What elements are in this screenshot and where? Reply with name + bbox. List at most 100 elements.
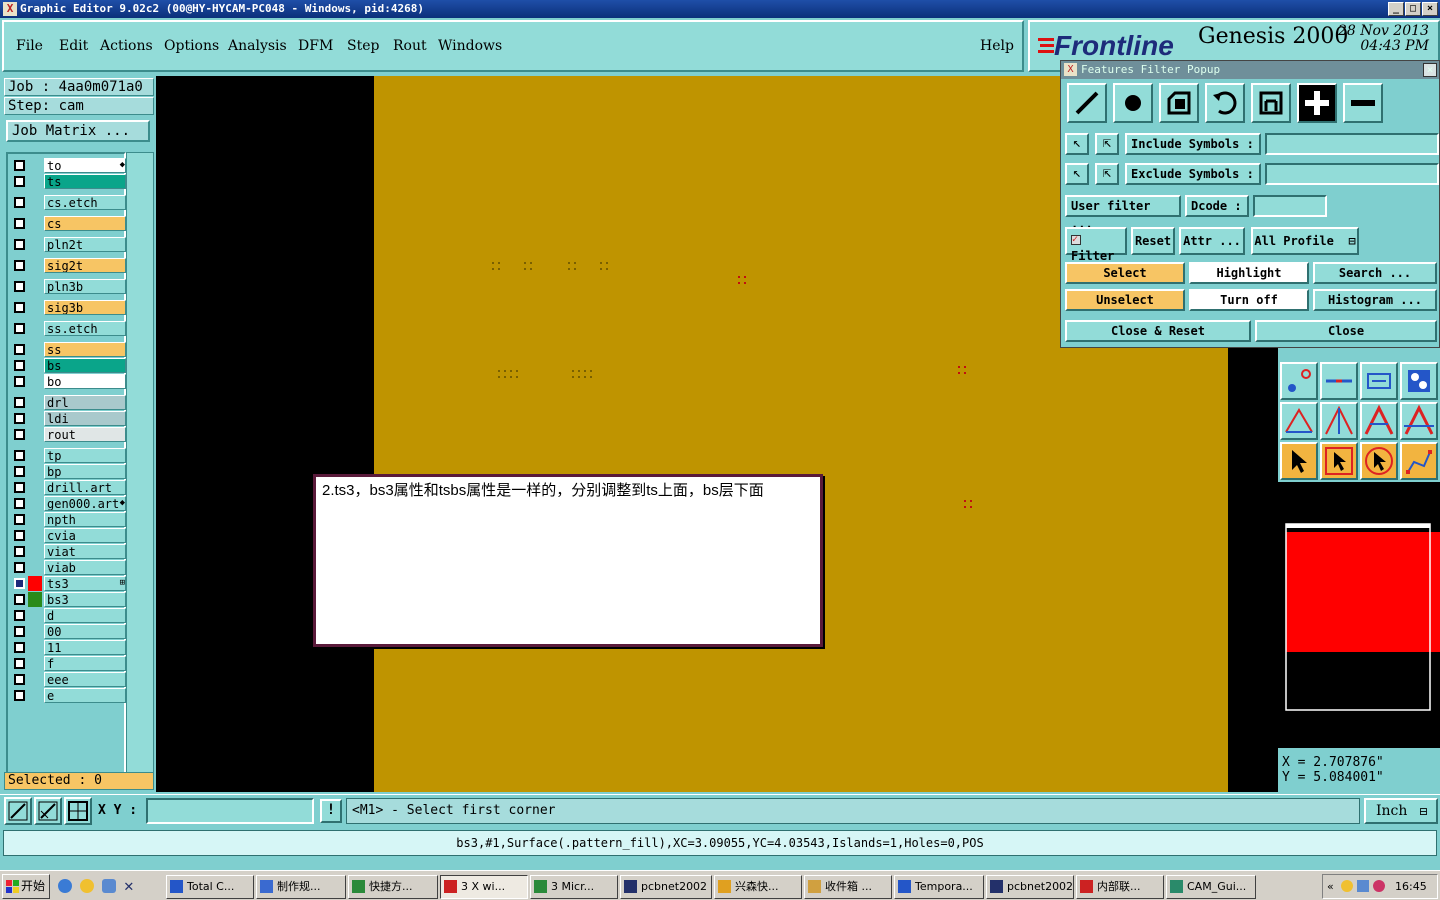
dcode-input[interactable]	[1253, 195, 1327, 217]
exclude-symbols-input[interactable]	[1265, 163, 1439, 185]
taskbar-item[interactable]: Total C...	[166, 875, 254, 899]
filter-toggle[interactable]: ✓ Filter	[1065, 227, 1127, 263]
layer-name[interactable]: ts	[44, 174, 126, 189]
negative-polarity-toggle[interactable]	[1343, 83, 1383, 123]
layer-checkbox[interactable]	[14, 376, 25, 387]
turn-off-button[interactable]: Turn off	[1189, 289, 1309, 311]
layer-name[interactable]: d	[44, 608, 126, 623]
include-symbols-input[interactable]	[1265, 133, 1439, 155]
taskbar-item[interactable]: 快捷方...	[348, 875, 438, 899]
surface-feature-toggle[interactable]	[1159, 83, 1199, 123]
layer-name[interactable]: bp	[44, 464, 126, 479]
histogram-button[interactable]: Histogram ...	[1313, 289, 1437, 311]
x-app-icon[interactable]: ✕	[124, 876, 134, 895]
user-filter-button[interactable]: User filter ...	[1065, 195, 1181, 231]
layer-name[interactable]: to	[44, 158, 126, 173]
layer-checkbox[interactable]	[14, 429, 25, 440]
layer-name[interactable]: eee	[44, 672, 126, 687]
layer-row-bp[interactable]: bp	[10, 464, 128, 479]
xy-input[interactable]	[146, 798, 314, 824]
layer-checkbox[interactable]	[14, 482, 25, 493]
layer-checkbox[interactable]	[14, 626, 25, 637]
grid-button[interactable]	[64, 797, 92, 825]
layer-row-ldi[interactable]: ldi	[10, 411, 128, 426]
highlight-button[interactable]: Highlight	[1189, 262, 1309, 284]
exclude-arrow-button[interactable]: ↖	[1065, 163, 1089, 185]
line-feature-toggle[interactable]	[1067, 83, 1107, 123]
reset-button[interactable]: Reset	[1131, 227, 1175, 255]
layer-row-ts3[interactable]: ts3 ⊞	[10, 576, 128, 591]
tool-snap-midpoint[interactable]	[1360, 362, 1398, 400]
layer-row-drl[interactable]: drl	[10, 395, 128, 410]
text-feature-toggle[interactable]	[1251, 83, 1291, 123]
layer-checkbox[interactable]	[14, 239, 25, 250]
layer-name[interactable]: ldi	[44, 411, 126, 426]
layer-checkbox[interactable]	[14, 610, 25, 621]
menu-step[interactable]: Step	[347, 38, 379, 54]
arc-feature-toggle[interactable]	[1205, 83, 1245, 123]
tool-measure-2[interactable]	[1320, 402, 1358, 440]
layer-checkbox[interactable]	[14, 197, 25, 208]
layer-checkbox[interactable]	[14, 344, 25, 355]
layer-row-bs[interactable]: bs	[10, 358, 128, 373]
layer-name[interactable]: pln2t	[44, 237, 126, 252]
layer-checkbox[interactable]	[14, 530, 25, 541]
layer-name[interactable]: tp	[44, 448, 126, 463]
layer-row-rout[interactable]: rout	[10, 427, 128, 442]
layer-checkbox[interactable]	[14, 218, 25, 229]
popup-close-button[interactable]: ×	[1423, 63, 1437, 77]
layer-checkbox[interactable]	[14, 281, 25, 292]
layer-checkbox[interactable]	[14, 360, 25, 371]
pad-feature-toggle[interactable]	[1113, 83, 1153, 123]
layer-row-sig2t[interactable]: sig2t	[10, 258, 128, 273]
layer-checkbox[interactable]	[14, 578, 25, 589]
tool-snap-pad[interactable]	[1280, 362, 1318, 400]
tray-arrow[interactable]: «	[1327, 875, 1334, 898]
menu-edit[interactable]: Edit	[59, 38, 88, 54]
taskbar-item[interactable]: 3 X wi...	[440, 875, 528, 899]
layer-checkbox[interactable]	[14, 302, 25, 313]
layer-row-to[interactable]: to ◆	[10, 158, 128, 173]
layer-checkbox[interactable]	[14, 498, 25, 509]
layer-row-pln2t[interactable]: pln2t	[10, 237, 128, 252]
layer-name[interactable]: bs3	[44, 592, 126, 607]
measure-button[interactable]	[34, 797, 62, 825]
menu-rout[interactable]: Rout	[393, 38, 427, 54]
menu-windows[interactable]: Windows	[438, 38, 502, 54]
layer-name[interactable]: drl	[44, 395, 126, 410]
zoom-home-button[interactable]	[4, 797, 32, 825]
taskbar-item[interactable]: Tempora...	[894, 875, 984, 899]
layer-name[interactable]: 11	[44, 640, 126, 655]
layer-checkbox[interactable]	[14, 690, 25, 701]
layer-checkbox[interactable]	[14, 466, 25, 477]
layer-name[interactable]: bs	[44, 358, 126, 373]
menu-actions[interactable]: Actions	[100, 38, 153, 54]
layer-name[interactable]: cs.etch	[44, 195, 126, 210]
layer-row-d[interactable]: d	[10, 608, 128, 623]
tool-pointer-polygon[interactable]	[1360, 442, 1398, 480]
include-select-button[interactable]: ⇱	[1095, 133, 1119, 155]
taskbar-item[interactable]: CAM_Gui...	[1166, 875, 1256, 899]
tray-icon-3[interactable]	[1373, 880, 1385, 892]
unit-dropdown[interactable]: Inch ⊟	[1364, 798, 1438, 824]
exclamation-button[interactable]: !	[320, 799, 342, 823]
layer-name[interactable]: ss	[44, 342, 126, 357]
job-matrix-button[interactable]: Job Matrix ...	[6, 120, 150, 142]
minimize-button[interactable]: _	[1388, 2, 1404, 16]
tool-measure-1[interactable]	[1280, 402, 1318, 440]
layer-row-00[interactable]: 00	[10, 624, 128, 639]
layer-row-npth[interactable]: npth	[10, 512, 128, 527]
layer-name[interactable]: cvia	[44, 528, 126, 543]
desktop-icon[interactable]	[102, 879, 116, 893]
layer-checkbox[interactable]	[14, 514, 25, 525]
start-button[interactable]: 开始	[2, 874, 50, 899]
layer-row-cs[interactable]: cs	[10, 216, 128, 231]
include-arrow-button[interactable]: ↖	[1065, 133, 1089, 155]
layer-row-bo[interactable]: bo	[10, 374, 128, 389]
tray-icon-2[interactable]	[1357, 880, 1369, 892]
layer-row-tp[interactable]: tp	[10, 448, 128, 463]
layer-row-eee[interactable]: eee	[10, 672, 128, 687]
taskbar-item[interactable]: 3 Micr...	[530, 875, 618, 899]
layer-checkbox[interactable]	[14, 594, 25, 605]
layer-checkbox[interactable]	[14, 642, 25, 653]
